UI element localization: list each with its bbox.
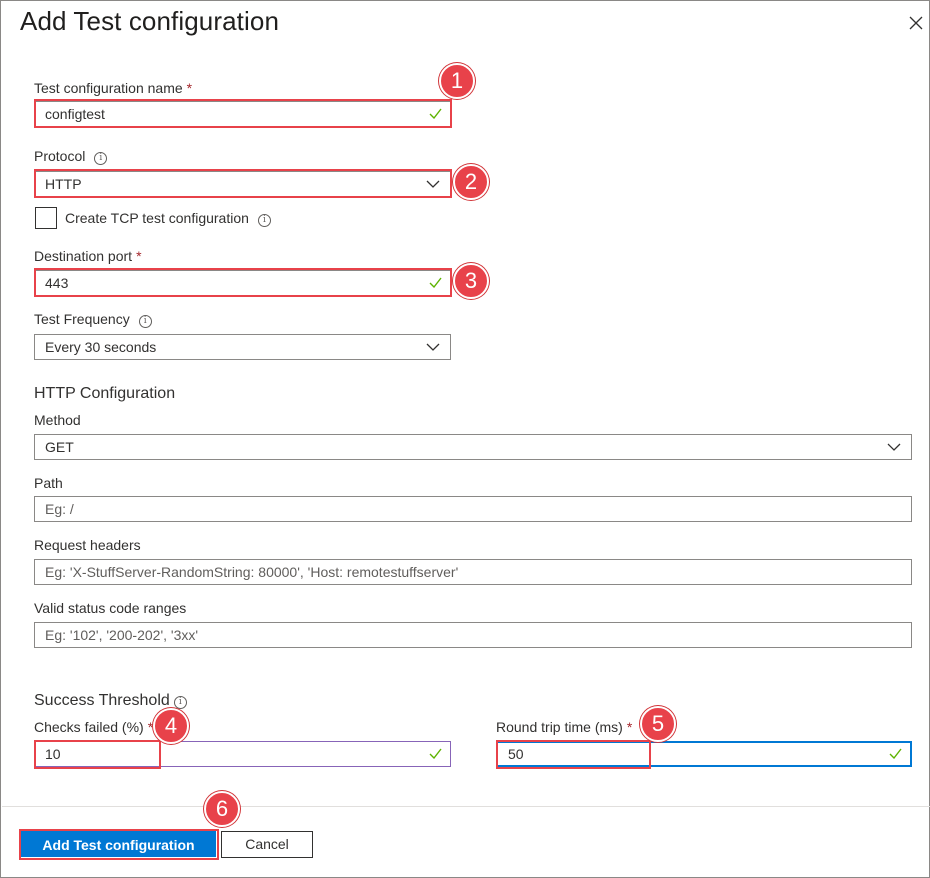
status-codes-placeholder: Eg: '102', '200-202', '3xx' [45,627,199,643]
request-headers-placeholder: Eg: 'X-StuffServer-RandomString: 80000',… [45,564,459,580]
path-placeholder: Eg: / [45,501,74,517]
callout-highlight-3 [34,268,452,297]
chevron-down-icon [426,343,440,351]
callout-badge-4: 4 [153,708,189,744]
footer-divider [2,806,930,807]
callout-badge-2: 2 [453,164,489,200]
info-icon[interactable]: i [138,315,152,328]
required-mark: * [136,248,142,264]
callout-highlight-4 [34,740,161,769]
protocol-label: Protocol i [34,148,108,165]
info-icon[interactable]: i [173,696,187,709]
path-label: Path [34,475,63,491]
callout-highlight-2 [34,169,452,198]
http-config-heading: HTTP Configuration [34,385,176,402]
callout-highlight-1 [34,99,452,128]
callout-highlight-5 [496,740,651,769]
path-input[interactable]: Eg: / [34,496,912,522]
callout-badge-5: 5 [640,706,676,742]
checkmark-icon [429,748,442,759]
port-label: Destination port * [34,248,142,264]
callout-badge-1: 1 [439,63,475,99]
cancel-button[interactable]: Cancel [221,831,313,858]
close-icon[interactable] [906,13,926,33]
info-icon[interactable]: i [257,214,271,227]
required-mark: * [186,80,193,96]
add-test-configuration-panel: Add Test configuration Test configuratio… [0,0,930,878]
status-codes-label: Valid status code ranges [34,600,187,616]
callout-highlight-6 [19,829,219,860]
checks-failed-label: Checks failed (%) * [34,719,154,735]
create-tcp-checkbox[interactable] [35,207,57,229]
panel-title: Add Test configuration [20,6,280,36]
request-headers-input[interactable]: Eg: 'X-StuffServer-RandomString: 80000',… [34,559,912,585]
create-tcp-label: Create TCP test configuration i [65,210,271,227]
checkmark-icon [889,748,902,759]
method-dropdown[interactable]: GET [34,434,912,460]
chevron-down-icon [887,443,901,451]
test-frequency-dropdown[interactable]: Every 30 seconds [34,334,451,360]
callout-badge-3: 3 [453,263,489,299]
callout-badge-6: 6 [204,791,240,827]
round-trip-label: Round trip time (ms) * [496,719,633,735]
success-threshold-heading: Success Threshold i [34,692,187,710]
name-label: Test configuration name * [34,80,193,96]
info-icon[interactable]: i [94,152,108,165]
method-label: Method [34,412,81,428]
status-codes-input[interactable]: Eg: '102', '200-202', '3xx' [34,622,912,648]
required-mark: * [626,719,633,735]
frequency-label: Test Frequency i [34,311,152,328]
request-headers-label: Request headers [34,537,141,553]
